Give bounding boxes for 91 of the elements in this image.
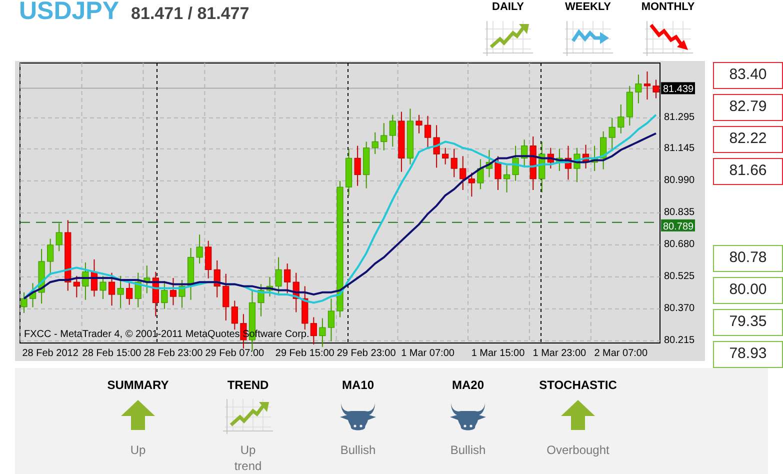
candlestick bbox=[424, 115, 432, 150]
price-tag: 81.439 bbox=[661, 82, 695, 96]
candlestick bbox=[618, 104, 624, 134]
bull-head-icon bbox=[449, 401, 487, 431]
time-axis-label: 29 Feb 23:00 bbox=[336, 348, 396, 359]
indicator-value: Up trend bbox=[234, 442, 262, 474]
candlestick bbox=[442, 147, 449, 165]
symbol-title: USDJPY bbox=[19, 0, 120, 27]
indicator-value: Overbought bbox=[546, 442, 610, 458]
time-axis-label: 28 Feb 15:00 bbox=[82, 348, 142, 359]
price-level-box: 78.93 bbox=[713, 341, 783, 368]
candlestick bbox=[310, 316, 317, 345]
candlestick bbox=[196, 234, 203, 264]
candlestick bbox=[503, 164, 510, 193]
candlestick bbox=[170, 277, 177, 306]
candlestick bbox=[126, 282, 133, 306]
price-tag: 80.789 bbox=[661, 219, 695, 232]
candlestick bbox=[100, 275, 106, 300]
price-axis-label: 80.370 bbox=[664, 302, 695, 314]
candlestick bbox=[468, 172, 475, 198]
candlestick bbox=[635, 74, 642, 104]
price-axis-label: 80.835 bbox=[664, 206, 695, 218]
time-axis-label: 1 Mar 07:00 bbox=[401, 348, 454, 359]
candlestick bbox=[354, 145, 361, 186]
candlestick bbox=[231, 300, 238, 330]
indicator-value: Bullish bbox=[450, 442, 486, 458]
bull-head-icon bbox=[339, 401, 377, 431]
candlestick bbox=[450, 148, 458, 178]
candlestick bbox=[20, 292, 28, 314]
candlestick bbox=[161, 280, 168, 310]
price-level-box: 82.79 bbox=[713, 94, 783, 121]
candlestick bbox=[494, 156, 502, 190]
candlestick bbox=[477, 158, 484, 190]
candlestick bbox=[275, 256, 282, 296]
candlestick bbox=[460, 156, 466, 190]
price-axis-label: 80.525 bbox=[664, 270, 695, 282]
price-axis-label: 80.990 bbox=[664, 174, 695, 186]
candlestick bbox=[372, 132, 378, 155]
timeframe-label: DAILY bbox=[492, 1, 524, 13]
time-axis-label: 29 Feb 07:00 bbox=[205, 348, 264, 359]
up-arrow-icon bbox=[561, 400, 595, 432]
trend-chart-icon bbox=[563, 19, 613, 57]
price-axis-label: 81.295 bbox=[664, 112, 695, 123]
candlestick bbox=[222, 273, 230, 321]
up-arrow-icon bbox=[121, 400, 155, 432]
candlestick bbox=[47, 238, 54, 276]
time-axis-label: 2 Mar 07:00 bbox=[594, 348, 648, 359]
time-axis-label: 28 Feb 2012 bbox=[22, 348, 78, 359]
indicator-title: STOCHASTIC bbox=[539, 377, 617, 394]
candlestick bbox=[416, 114, 422, 134]
indicator-title: SUMMARY bbox=[107, 377, 169, 394]
candlestick bbox=[56, 222, 62, 252]
candlestick bbox=[117, 275, 124, 309]
price-level-box: 81.66 bbox=[713, 158, 783, 185]
price-level-box: 82.22 bbox=[713, 126, 783, 153]
candlestick bbox=[433, 124, 440, 168]
candlestick bbox=[512, 145, 519, 182]
candlestick bbox=[319, 318, 326, 348]
price-level-box: 80.78 bbox=[713, 245, 783, 272]
indicator-title: MA10 bbox=[342, 377, 374, 394]
candlestick bbox=[652, 79, 660, 99]
indicator-title: TREND bbox=[227, 377, 269, 394]
price-level-box: 79.35 bbox=[713, 309, 783, 336]
price-axis-label: 80.680 bbox=[664, 238, 695, 250]
trend-chart-icon bbox=[483, 19, 533, 57]
candlestick bbox=[205, 240, 212, 279]
quote-text: 81.471 / 81.477 bbox=[131, 3, 250, 25]
timeframe-label: MONTHLY bbox=[641, 1, 695, 13]
candlestick bbox=[82, 262, 89, 300]
time-axis-label: 1 Mar 23:00 bbox=[532, 348, 586, 359]
candlestick bbox=[608, 117, 616, 152]
trend-chart-icon bbox=[223, 397, 273, 435]
timeframe-label: WEEKLY bbox=[564, 1, 612, 13]
candlestick bbox=[284, 263, 291, 294]
time-axis-label: 1 Mar 15:00 bbox=[471, 348, 525, 359]
price-axis-label: 80.215 bbox=[664, 334, 695, 346]
time-axis-label: 29 Feb 15:00 bbox=[275, 348, 334, 359]
candlestick bbox=[644, 70, 651, 100]
price-axis-label: 81.145 bbox=[664, 142, 695, 154]
candlestick bbox=[328, 298, 335, 342]
indicator-value: Bullish bbox=[340, 442, 376, 458]
price-level-box: 80.00 bbox=[713, 277, 783, 304]
candlestick bbox=[389, 114, 396, 148]
candlestick bbox=[108, 272, 116, 306]
time-axis-label: 28 Feb 23:00 bbox=[144, 348, 203, 359]
indicator-title: MA20 bbox=[452, 377, 484, 394]
trend-chart-icon bbox=[643, 19, 693, 57]
candlestick bbox=[73, 275, 80, 298]
indicator-value: Up bbox=[130, 442, 146, 458]
candlestick bbox=[380, 122, 388, 151]
price-level-box: 83.40 bbox=[713, 62, 783, 89]
